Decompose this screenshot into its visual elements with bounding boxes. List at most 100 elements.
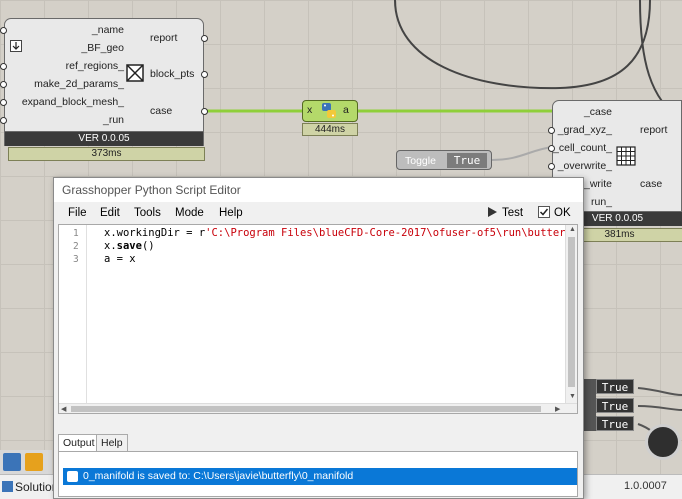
solution-label: Solution [15, 480, 59, 494]
code-line-2[interactable]: x.save() [104, 240, 155, 252]
checkbox-icon [538, 206, 550, 218]
input-grad-xyz: _grad_xyz_ [557, 124, 612, 136]
menu-mode[interactable]: Mode [175, 207, 204, 219]
line-number: 2 [73, 241, 79, 252]
wire-true-2 [637, 405, 682, 411]
output-block-pts: block_pts [150, 68, 195, 80]
output-report: report [150, 32, 178, 44]
port-in-cell-count[interactable] [548, 145, 555, 152]
input-ref-regions: ref_regions_ [65, 60, 124, 72]
test-label: Test [502, 207, 524, 219]
output-panel[interactable]: 0_manifold is saved to: C:\Users\javie\b… [58, 451, 578, 497]
true-value-1[interactable]: True [596, 379, 634, 394]
true-value-2[interactable]: True [596, 398, 634, 413]
python-input-x: x [307, 104, 313, 116]
output-case: case [640, 178, 663, 190]
preview-icon[interactable] [25, 453, 43, 471]
python-output-a: a [343, 104, 349, 116]
input-expand-block-mesh: expand_block_mesh_ [21, 96, 124, 108]
input-overwrite: _overwrite_ [557, 160, 612, 172]
canvas-toolbar [0, 450, 52, 474]
code-text: x. [104, 240, 117, 252]
menu-tools[interactable]: Tools [134, 207, 161, 219]
ok-button[interactable]: OK [538, 205, 571, 222]
code-line-3[interactable]: a = x [104, 253, 136, 265]
port-in-run[interactable] [0, 117, 7, 124]
code-editor[interactable]: 1 2 3 x.workingDir = r'C:\Program Files\… [58, 224, 578, 414]
output-message-row[interactable]: 0_manifold is saved to: C:\Users\javie\b… [63, 468, 577, 485]
horizontal-scrollbar[interactable]: ◀ ▶ [59, 403, 577, 413]
version-bar: VER 0.0.05 [4, 132, 204, 146]
hscroll-thumb[interactable] [71, 406, 541, 412]
timing-label: 373ms [8, 147, 205, 161]
ok-label: OK [554, 207, 571, 219]
port-out-report[interactable] [201, 35, 208, 42]
version-label: 1.0.0007 [624, 480, 667, 492]
vscroll-thumb[interactable] [568, 237, 575, 387]
scroll-left-icon[interactable]: ◀ [61, 405, 66, 413]
menu-edit[interactable]: Edit [100, 207, 120, 219]
menu-file[interactable]: File [68, 207, 87, 219]
solution-icon [2, 481, 13, 492]
input-make-2d-params: make_2d_params_ [34, 78, 124, 90]
port-in-make-2d[interactable] [0, 81, 7, 88]
true-value-3[interactable]: True [596, 416, 634, 431]
input-write: _write [583, 178, 612, 190]
code-keyword: save [116, 240, 142, 252]
code-string: 'C:\Program Files\blueCFD-Core-2017\ofus… [205, 227, 578, 239]
wire-toggle [491, 146, 553, 161]
port-in-overwrite[interactable] [548, 163, 555, 170]
toggle-label: Toggle [405, 155, 436, 167]
wire-top-curve [394, 0, 651, 90]
vertical-scrollbar[interactable]: ▲ ▼ [565, 225, 577, 403]
port-out-case[interactable] [201, 108, 208, 115]
editor-menubar: File Edit Tools Mode Help Test OK [54, 202, 583, 224]
port-in-grad[interactable] [548, 127, 555, 134]
tab-output[interactable]: Output [58, 434, 100, 452]
grasshopper-canvas[interactable]: _name _BF_geo ref_regions_ make_2d_param… [0, 0, 682, 499]
python-script-editor-window[interactable]: Grasshopper Python Script Editor File Ed… [53, 177, 584, 499]
blockmesh-icon [126, 64, 144, 82]
editor-titlebar[interactable]: Grasshopper Python Script Editor [54, 178, 583, 202]
python-script-component[interactable]: x a 444ms [302, 100, 358, 138]
scroll-down-icon[interactable]: ▼ [569, 393, 576, 400]
menu-help[interactable]: Help [219, 207, 243, 219]
info-icon [67, 471, 78, 482]
python-icon[interactable] [3, 453, 21, 471]
create-case-component[interactable]: _name _BF_geo ref_regions_ make_2d_param… [0, 18, 208, 162]
code-text: () [141, 240, 155, 252]
code-line-1[interactable]: x.workingDir = r'C:\Program Files\blueCF… [104, 227, 578, 239]
line-number: 1 [73, 228, 79, 239]
toggle-value[interactable]: True [447, 153, 487, 168]
scroll-right-icon[interactable]: ▶ [555, 405, 560, 413]
tab-help[interactable]: Help [96, 434, 128, 452]
line-number: 3 [73, 254, 79, 265]
python-timing: 444ms [302, 123, 358, 136]
output-case: case [150, 105, 173, 117]
port-in-name[interactable] [0, 27, 7, 34]
input-name: _name [91, 24, 124, 36]
port-out-block-pts[interactable] [201, 71, 208, 78]
wire-true-1 [637, 387, 682, 396]
play-icon [486, 206, 498, 218]
output-tabs: Output Help [58, 434, 578, 452]
output-message: 0_manifold is saved to: C:\Users\javie\b… [83, 470, 354, 482]
test-button[interactable]: Test [486, 205, 523, 222]
input-bf-geo: _BF_geo [81, 42, 124, 54]
scroll-up-icon[interactable]: ▲ [569, 226, 576, 233]
line-number-gutter: 1 2 3 [59, 225, 87, 403]
input-run: run_ [590, 196, 612, 208]
boolean-toggle[interactable]: Toggle True [396, 150, 492, 170]
port-in-expand[interactable] [0, 99, 7, 106]
output-report: report [640, 124, 668, 136]
input-cell-count: _cell_count_ [553, 142, 612, 154]
port-in-ref-regions[interactable] [0, 63, 7, 70]
python-logo-icon [319, 102, 339, 120]
editor-title: Grasshopper Python Script Editor [62, 183, 241, 197]
input-case: _case [583, 106, 612, 118]
input-run: _run [102, 114, 124, 126]
code-text: x.workingDir = r [104, 227, 206, 239]
gauge-component[interactable] [645, 424, 681, 460]
graft-arrow-icon[interactable] [10, 40, 22, 52]
grid-icon [616, 146, 636, 166]
